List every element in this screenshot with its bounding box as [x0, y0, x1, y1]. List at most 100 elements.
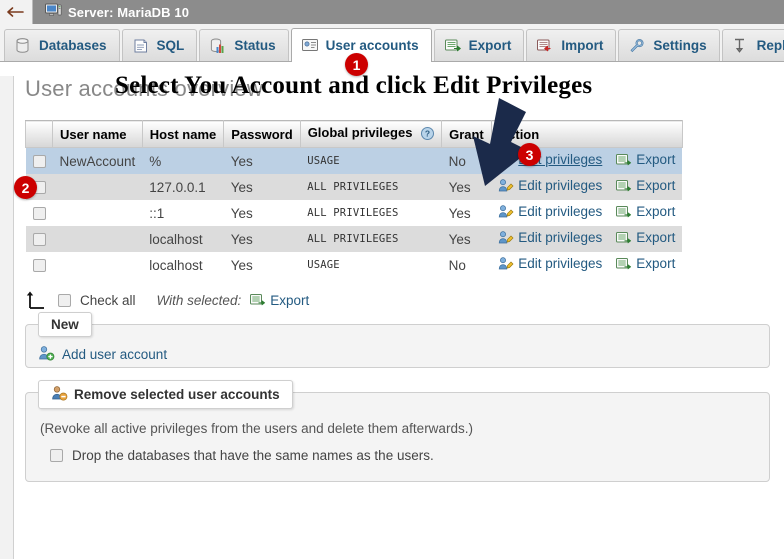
cell-host-name: 127.0.0.1	[142, 174, 224, 200]
svg-text:?: ?	[425, 129, 430, 139]
remove-user-icon	[51, 385, 68, 404]
col-host-name: Host name	[141, 120, 225, 148]
table-row[interactable]: 127.0.0.1 Yes ALL PRIVILEGES Yes Edit pr…	[25, 174, 683, 200]
tab-status[interactable]: Status	[199, 29, 289, 61]
tab-databases[interactable]: Databases	[4, 29, 120, 61]
table-row[interactable]: ::1 Yes ALL PRIVILEGES Yes Edit privileg…	[25, 200, 683, 226]
server-icon	[45, 3, 62, 21]
col-global-privileges-label: Global privileges	[307, 125, 413, 140]
export-label: Export	[636, 230, 676, 246]
table-row[interactable]: NewAccount % Yes USAGE No Edit privilege…	[25, 147, 683, 174]
col-password: Password	[223, 120, 301, 148]
edit-privileges-label: Edit privileges	[518, 204, 603, 219]
cell-global-privileges: ALL PRIVILEGES	[300, 226, 442, 252]
row-checkbox[interactable]	[32, 155, 46, 169]
export-link[interactable]: Export	[616, 256, 675, 271]
check-all-checkbox[interactable]	[58, 293, 71, 307]
cell-export[interactable]: Export	[609, 252, 683, 278]
remove-fieldset-legend-label: Remove selected user accounts	[74, 387, 280, 402]
export-icon	[616, 153, 632, 167]
export-link[interactable]: Export	[616, 230, 675, 245]
cell-password: Yes	[223, 226, 301, 252]
export-link[interactable]: Export	[616, 152, 675, 167]
table-header-row: User name Host name Password Global priv…	[25, 120, 683, 148]
cell-export[interactable]: Export	[609, 200, 683, 226]
remove-users-fieldset: Remove selected user accounts (Revoke al…	[25, 380, 770, 482]
table-body: NewAccount % Yes USAGE No Edit privilege…	[25, 147, 683, 278]
col-checkbox	[25, 120, 53, 148]
row-checkbox[interactable]	[32, 233, 46, 247]
export-icon	[250, 293, 266, 307]
status-chart-icon	[210, 38, 227, 54]
export-link[interactable]: Export	[616, 204, 675, 219]
annotation-badge-2: 2	[14, 176, 37, 199]
add-user-row[interactable]: Add user account	[38, 345, 757, 364]
main-tab-bar: Databases SQL Status User accounts Expor…	[0, 24, 784, 62]
tab-user-accounts-label: User accounts	[325, 38, 419, 53]
cell-user-name	[52, 200, 143, 226]
export-icon	[444, 38, 462, 54]
row-checkbox-cell[interactable]	[25, 147, 53, 174]
export-icon	[616, 205, 632, 219]
cell-edit-privileges[interactable]: Edit privileges	[491, 200, 610, 226]
cell-grant: Yes	[441, 200, 492, 226]
cell-export[interactable]: Export	[609, 226, 683, 252]
tab-export[interactable]: Export	[433, 29, 525, 61]
tab-settings-label: Settings	[653, 38, 707, 53]
edit-privileges-icon	[498, 204, 514, 219]
with-selected-export-link[interactable]: Export	[250, 293, 309, 308]
check-all-label[interactable]: Check all	[80, 293, 136, 308]
cell-global-privileges: USAGE	[300, 147, 442, 174]
edit-privileges-link[interactable]: Edit privileges	[498, 230, 602, 245]
table-row[interactable]: localhost Yes ALL PRIVILEGES Yes Edit pr…	[25, 226, 683, 252]
tab-import[interactable]: Import	[526, 29, 617, 61]
cell-export[interactable]: Export	[609, 147, 683, 174]
edit-privileges-label: Edit privileges	[518, 230, 603, 245]
cell-grant: No	[441, 252, 492, 278]
cell-edit-privileges[interactable]: Edit privileges	[491, 252, 610, 278]
annotation-badge-1: 1	[345, 53, 368, 76]
remove-fieldset-legend: Remove selected user accounts	[38, 380, 293, 409]
cell-host-name: %	[142, 147, 224, 174]
with-selected-export-label: Export	[270, 292, 310, 308]
tab-replication[interactable]: Replication	[721, 29, 784, 61]
tab-settings[interactable]: Settings	[618, 29, 720, 61]
tab-export-label: Export	[468, 38, 512, 53]
cell-global-privileges: USAGE	[300, 252, 442, 278]
cell-edit-privileges[interactable]: Edit privileges	[491, 226, 610, 252]
revoke-note: (Revoke all active privileges from the u…	[40, 421, 473, 436]
tab-status-label: Status	[234, 38, 276, 53]
drop-databases-row[interactable]: Drop the databases that have the same na…	[50, 448, 757, 463]
row-checkbox-cell[interactable]	[25, 226, 53, 252]
help-question-icon[interactable]: ?	[421, 127, 435, 143]
drop-databases-label: Drop the databases that have the same na…	[72, 448, 434, 463]
row-checkbox[interactable]	[32, 207, 46, 221]
user-accounts-table: User name Host name Password Global priv…	[25, 120, 683, 278]
replication-icon	[733, 38, 750, 54]
database-icon	[15, 37, 32, 54]
cell-user-name: NewAccount	[52, 147, 143, 174]
cell-grant: Yes	[441, 226, 492, 252]
cell-password: Yes	[223, 174, 301, 200]
sql-document-icon	[133, 38, 150, 54]
export-link[interactable]: Export	[616, 178, 675, 193]
drop-databases-checkbox[interactable]	[50, 449, 63, 462]
row-checkbox-cell[interactable]	[25, 200, 53, 226]
row-checkbox-cell[interactable]	[25, 252, 53, 278]
tab-sql[interactable]: SQL	[121, 29, 198, 61]
edit-privileges-link[interactable]: Edit privileges	[498, 204, 602, 219]
table-row[interactable]: localhost Yes USAGE No Edit privileges E…	[25, 252, 683, 278]
edit-privileges-icon	[498, 230, 514, 245]
cell-host-name: ::1	[142, 200, 224, 226]
annotation-instruction-text: Select You Account and click Edit Privil…	[115, 72, 593, 99]
row-checkbox[interactable]	[32, 259, 46, 273]
add-user-account-link[interactable]: Add user account	[62, 347, 167, 362]
export-icon	[616, 179, 632, 193]
cell-host-name: localhost	[142, 252, 224, 278]
cell-user-name	[52, 174, 143, 200]
back-button[interactable]	[0, 0, 33, 24]
cell-user-name	[52, 252, 143, 278]
edit-privileges-link[interactable]: Edit privileges	[498, 256, 602, 271]
left-rail	[7, 76, 14, 559]
cell-export[interactable]: Export	[609, 174, 683, 200]
